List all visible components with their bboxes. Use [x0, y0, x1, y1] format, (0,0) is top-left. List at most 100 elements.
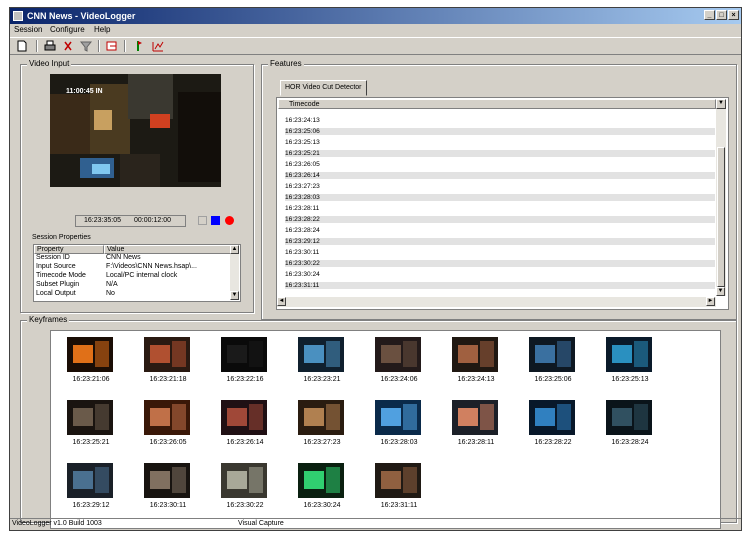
- cut-row[interactable]: 16:23:28:22: [285, 216, 715, 223]
- marker-icon[interactable]: [132, 40, 144, 52]
- keyframe-item[interactable]: 16:23:21:06: [59, 337, 123, 387]
- properties-scrollbar[interactable]: ▲ ▼: [230, 245, 239, 300]
- record-button[interactable]: [225, 216, 234, 225]
- property-row[interactable]: Subset Plugin N/A: [34, 281, 230, 289]
- cut-row[interactable]: 16:23:28:24: [285, 227, 715, 234]
- cut-row[interactable]: 16:23:25:13: [285, 139, 715, 146]
- property-name: Subset Plugin: [36, 281, 80, 288]
- cut-row[interactable]: 16:23:28:11: [285, 205, 715, 212]
- keyframe-item[interactable]: 16:23:26:05: [136, 400, 200, 450]
- cut-row[interactable]: 16:23:27:23: [285, 183, 715, 190]
- cut-row[interactable]: 16:23:24:13: [285, 117, 715, 124]
- cut-row[interactable]: 16:23:26:05: [285, 161, 715, 168]
- keyframe-thumbnail[interactable]: [452, 337, 498, 372]
- keyframe-item[interactable]: 16:23:21:18: [136, 337, 200, 387]
- cut-row[interactable]: 16:23:25:21: [285, 150, 715, 157]
- app-window: CNN News - VideoLogger _ □ × Session Con…: [9, 7, 742, 531]
- stop-button[interactable]: [211, 216, 220, 225]
- close-button[interactable]: ×: [728, 10, 739, 20]
- funnel-icon[interactable]: [79, 40, 93, 52]
- keyframe-item[interactable]: 16:23:25:06: [521, 337, 585, 387]
- keyframe-thumbnail[interactable]: [606, 337, 652, 372]
- cut-row[interactable]: 16:23:30:11: [285, 249, 715, 256]
- property-row[interactable]: Timecode Mode Local/PC internal clock: [34, 272, 230, 280]
- chart-icon[interactable]: [152, 40, 164, 52]
- keyframe-item[interactable]: 16:23:29:12: [59, 463, 123, 513]
- keyframe-item[interactable]: 16:23:28:24: [598, 400, 662, 450]
- property-name: Local Output: [36, 290, 76, 297]
- column-sort-icon[interactable]: ▼: [716, 99, 726, 109]
- column-header-timecode[interactable]: Timecode: [278, 99, 716, 109]
- property-row[interactable]: Input Source F:\Videos\CNN News.hsap\...: [34, 263, 230, 271]
- column-header-property[interactable]: Property: [34, 245, 104, 254]
- menu-configure[interactable]: Configure: [50, 25, 85, 34]
- keyframe-item[interactable]: 16:23:25:13: [598, 337, 662, 387]
- property-row[interactable]: Session ID CNN News: [34, 254, 230, 262]
- scroll-down-button[interactable]: ▼: [716, 287, 725, 296]
- column-header-value[interactable]: Value: [104, 245, 231, 254]
- keyframe-item[interactable]: 16:23:25:21: [59, 400, 123, 450]
- scroll-left-button[interactable]: ◄: [277, 297, 286, 306]
- keyframe-thumbnail[interactable]: [144, 463, 190, 498]
- keyframe-thumbnail[interactable]: [144, 337, 190, 372]
- keyframe-thumbnail[interactable]: [221, 463, 267, 498]
- keyframe-thumbnail[interactable]: [452, 400, 498, 435]
- cut-row[interactable]: 16:23:30:24: [285, 271, 715, 278]
- property-value: No: [106, 290, 115, 297]
- cut-row[interactable]: 16:23:26:14: [285, 172, 715, 179]
- keyframe-item[interactable]: 16:23:23:21: [290, 337, 354, 387]
- menu-help[interactable]: Help: [94, 25, 110, 34]
- keyframe-thumbnail[interactable]: [375, 400, 421, 435]
- keyframe-item[interactable]: 16:23:22:16: [213, 337, 277, 387]
- keyframe-thumbnail[interactable]: [67, 463, 113, 498]
- keyframe-item[interactable]: 16:23:27:23: [290, 400, 354, 450]
- keyframe-thumbnail[interactable]: [298, 400, 344, 435]
- maximize-button[interactable]: □: [716, 10, 727, 20]
- scroll-down-button[interactable]: ▼: [230, 291, 239, 300]
- keyframe-thumbnail[interactable]: [375, 463, 421, 498]
- keyframe-item[interactable]: 16:23:30:22: [213, 463, 277, 513]
- keyframe-item[interactable]: 16:23:24:06: [367, 337, 431, 387]
- keyframe-thumbnail[interactable]: [144, 400, 190, 435]
- keyframe-item[interactable]: 16:23:30:11: [136, 463, 200, 513]
- keyframe-item[interactable]: 16:23:31:11: [367, 463, 431, 513]
- keyframe-thumbnail[interactable]: [529, 337, 575, 372]
- keyframe-thumbnail[interactable]: [67, 337, 113, 372]
- print-icon[interactable]: [44, 40, 56, 52]
- new-icon[interactable]: [16, 40, 28, 52]
- tab-hor-video-cut-detector[interactable]: HOR Video Cut Detector: [280, 80, 367, 96]
- keyframe-thumbnail[interactable]: [298, 463, 344, 498]
- keyframe-item[interactable]: 16:23:24:13: [444, 337, 508, 387]
- menu-bar: Session Configure Help: [10, 24, 741, 36]
- minimize-button[interactable]: _: [704, 10, 715, 20]
- scissors-icon[interactable]: [62, 40, 74, 52]
- keyframe-thumbnail[interactable]: [606, 400, 652, 435]
- scroll-right-button[interactable]: ►: [706, 297, 715, 306]
- cut-row[interactable]: 16:23:28:03: [285, 194, 715, 201]
- keyframe-item[interactable]: 16:23:26:14: [213, 400, 277, 450]
- keyframe-item[interactable]: 16:23:28:22: [521, 400, 585, 450]
- keyframe-thumbnail[interactable]: [529, 400, 575, 435]
- menu-session[interactable]: Session: [14, 25, 42, 34]
- features-hscroll[interactable]: ◄ ►: [277, 297, 716, 307]
- status-bar: VideoLogger v1.0 Build 1003 Visual Captu…: [10, 518, 741, 530]
- play-button[interactable]: [198, 216, 207, 225]
- property-row[interactable]: Local Output No: [34, 290, 230, 298]
- keyframe-item[interactable]: 16:23:28:03: [367, 400, 431, 450]
- keyframe-thumbnail[interactable]: [221, 337, 267, 372]
- property-name: Input Source: [36, 263, 76, 270]
- cut-row[interactable]: 16:23:30:22: [285, 260, 715, 267]
- export-icon[interactable]: [106, 40, 118, 52]
- cut-row[interactable]: 16:23:31:11: [285, 282, 715, 289]
- scroll-thumb[interactable]: [717, 147, 725, 287]
- keyframe-thumbnail[interactable]: [221, 400, 267, 435]
- cut-row[interactable]: 16:23:25:06: [285, 128, 715, 135]
- keyframe-item[interactable]: 16:23:28:11: [444, 400, 508, 450]
- keyframe-thumbnail[interactable]: [298, 337, 344, 372]
- keyframe-item[interactable]: 16:23:30:24: [290, 463, 354, 513]
- scroll-up-button[interactable]: ▲: [230, 245, 239, 254]
- cut-row[interactable]: 16:23:29:12: [285, 238, 715, 245]
- features-vscroll[interactable]: ▼: [716, 109, 726, 296]
- keyframe-thumbnail[interactable]: [67, 400, 113, 435]
- keyframe-thumbnail[interactable]: [375, 337, 421, 372]
